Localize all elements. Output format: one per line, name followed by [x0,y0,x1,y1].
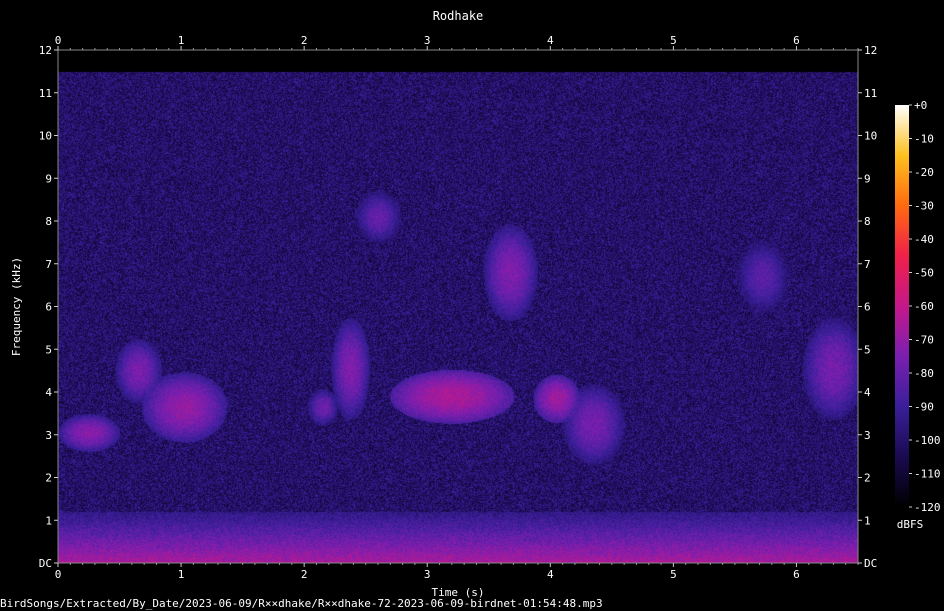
colorbar-tick-label: -50 [914,267,934,280]
x-tick-label-top: 0 [55,34,62,47]
x-tick-label-bottom: 4 [547,568,554,581]
y-tick-label-left: 2 [45,472,52,485]
colorbar-tick-label: -110 [914,468,941,481]
colorbar-label: dBFS [897,518,924,531]
x-tick-label-bottom: 3 [424,568,431,581]
colorbar-tick-label: -10 [914,133,934,146]
colorbar-tick-label: -120 [914,501,941,514]
y-tick-label-left: 11 [39,87,52,100]
y-tick-label-right: 11 [864,87,877,100]
colorbar-tick-label: -70 [914,334,934,347]
colorbar-tick-label: -20 [914,166,934,179]
colorbar-gradient [895,105,909,507]
y-tick-label-right: 4 [864,386,871,399]
x-tick-label-top: 2 [301,34,308,47]
y-tick-label-left: 12 [39,44,52,57]
y-tick-label-right: 7 [864,258,871,271]
colorbar-tick-label: -30 [914,200,934,213]
y-tick-label-left: 6 [45,301,52,314]
chart-title: Rodhake [433,9,484,23]
y-tick-label-right: 9 [864,172,871,185]
y-tick-label-right: 5 [864,343,871,356]
y-tick-label-right: 2 [864,472,871,485]
file-path: BirdSongs/Extracted/By_Date/2023-06-09/R… [0,597,603,610]
x-tick-label-bottom: 2 [301,568,308,581]
y-tick-label-left: 7 [45,258,52,271]
colorbar-tick-label: -60 [914,300,934,313]
x-tick-label-bottom: 5 [670,568,677,581]
spectrogram-chart: Rodhake 00112233445566DC DC1 12 23 34 45 56 67 7… [10,9,941,599]
x-tick-label-bottom: 0 [55,568,62,581]
plot-area [57,49,859,564]
x-tick-label-top: 5 [670,34,677,47]
y-tick-label-left: 3 [45,429,52,442]
y-tick-label-left: 8 [45,215,52,228]
y-tick-label-right: 12 [864,44,877,57]
y-tick-label-left: 9 [45,172,52,185]
y-tick-label-right: 8 [864,215,871,228]
y-tick-label-right: 10 [864,130,877,143]
y-tick-label-left: 1 [45,514,52,527]
x-tick-label-top: 4 [547,34,554,47]
y-tick-label-right: 6 [864,301,871,314]
colorbar-tick-label: -90 [914,401,934,414]
y-tick-label-left: DC [39,557,52,570]
x-tick-label-bottom: 6 [793,568,800,581]
y-axis-label: Frequency (kHz) [10,257,23,356]
colorbar: +0 -10 -20 -30 -40 -50 -60 -70 -80 -90 -100 -110 -12… [895,99,941,514]
x-tick-label-top: 1 [178,34,185,47]
y-tick-label-right: 1 [864,514,871,527]
colorbar-tick-label: -80 [914,367,934,380]
y-tick-label-right: 3 [864,429,871,442]
y-tick-label-left: 4 [45,386,52,399]
colorbar-tick-label: -100 [914,434,941,447]
colorbar-tick-label: +0 [914,99,927,112]
colorbar-tick-label: -40 [914,233,934,246]
y-tick-label-left: 10 [39,130,52,143]
x-tick-label-bottom: 1 [178,568,185,581]
y-tick-label-right: DC [864,557,877,570]
y-tick-label-left: 5 [45,343,52,356]
x-tick-label-top: 3 [424,34,431,47]
spectrogram-image [58,50,858,563]
x-tick-label-top: 6 [793,34,800,47]
